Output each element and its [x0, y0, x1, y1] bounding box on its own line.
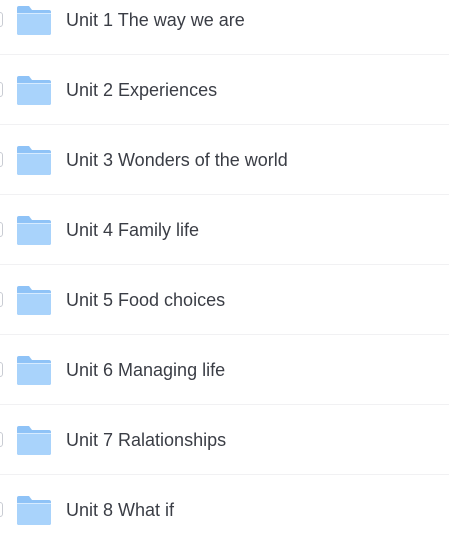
folder-name[interactable]: Unit 2 Experiences — [66, 79, 217, 101]
select-checkbox[interactable] — [0, 432, 3, 447]
folder-row-6[interactable]: Unit 6 Managing life — [0, 335, 449, 405]
folder-row-8[interactable]: Unit 8 What if — [0, 475, 449, 545]
folder-icon — [16, 75, 52, 106]
folder-row-2[interactable]: Unit 2 Experiences — [0, 55, 449, 125]
folder-icon — [16, 145, 52, 176]
folder-icon — [16, 285, 52, 316]
select-checkbox[interactable] — [0, 82, 3, 97]
folder-name[interactable]: Unit 6 Managing life — [66, 359, 225, 381]
folder-name[interactable]: Unit 3 Wonders of the world — [66, 149, 288, 171]
folder-row-1[interactable]: Unit 1 The way we are — [0, 0, 449, 55]
select-checkbox[interactable] — [0, 292, 3, 307]
folder-name[interactable]: Unit 8 What if — [66, 499, 174, 521]
select-checkbox[interactable] — [0, 12, 3, 27]
folder-icon — [16, 5, 52, 36]
folder-row-5[interactable]: Unit 5 Food choices — [0, 265, 449, 335]
folder-icon — [16, 425, 52, 456]
folder-name[interactable]: Unit 5 Food choices — [66, 289, 225, 311]
folder-row-7[interactable]: Unit 7 Ralationships — [0, 405, 449, 475]
select-checkbox[interactable] — [0, 152, 3, 167]
folder-name[interactable]: Unit 4 Family life — [66, 219, 199, 241]
folder-name[interactable]: Unit 7 Ralationships — [66, 429, 226, 451]
folder-row-3[interactable]: Unit 3 Wonders of the world — [0, 125, 449, 195]
folder-row-4[interactable]: Unit 4 Family life — [0, 195, 449, 265]
folder-icon — [16, 215, 52, 246]
select-checkbox[interactable] — [0, 362, 3, 377]
folder-icon — [16, 495, 52, 526]
folder-list: Unit 1 The way we are Unit 2 Experiences… — [0, 0, 449, 545]
folder-icon — [16, 355, 52, 386]
folder-name[interactable]: Unit 1 The way we are — [66, 9, 245, 31]
select-checkbox[interactable] — [0, 502, 3, 517]
select-checkbox[interactable] — [0, 222, 3, 237]
